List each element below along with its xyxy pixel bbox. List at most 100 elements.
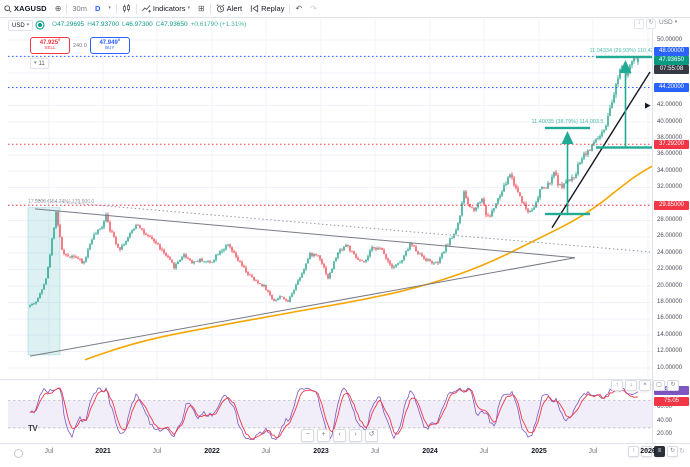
price-label[interactable]: 37.29200: [654, 140, 689, 149]
price-scale-currency[interactable]: USD ▾: [659, 19, 677, 26]
symbol-search-button[interactable]: XAGUSD: [0, 1, 51, 16]
price-label[interactable]: 48.00000: [654, 47, 689, 56]
symbol-name: XAGUSD: [14, 4, 47, 13]
compare-add-button[interactable]: ⊕: [51, 1, 66, 16]
nav-reset-button[interactable]: ↺: [365, 429, 378, 442]
indicators-button[interactable]: Indicators ▾: [138, 1, 194, 16]
rsi-value-label: 75.05: [654, 397, 689, 406]
rsi-pane-close-button[interactable]: ×: [639, 380, 651, 391]
zone-label: 17.9500 (154.74%) 179,500.0: [28, 199, 94, 205]
scale-expand-button[interactable]: ↕: [634, 19, 644, 29]
rsi-pane-box-button[interactable]: ▢: [653, 380, 665, 391]
toolbar-separator: [66, 4, 67, 14]
price-tick-label: 32.00000: [657, 184, 682, 190]
price-tick-label: 18.00000: [657, 299, 682, 305]
change-value: +0.61790 (+1.31%): [191, 21, 247, 28]
trade-panel: 47.9250 SELL 240.0 47.9490 BUY: [30, 37, 130, 54]
grid-layout-icon: ⊞: [198, 5, 205, 13]
rsi-pane-refresh-button[interactable]: ↻: [667, 380, 679, 391]
sell-button[interactable]: 47.9250 SELL: [30, 37, 70, 54]
range-tool-label: 11.40035 (38.79%) 114,003.5: [532, 119, 604, 125]
nav-right-button[interactable]: ›: [349, 429, 362, 442]
chevron-down-icon: ▾: [34, 61, 37, 66]
replay-icon: [250, 4, 259, 13]
chart-type-button[interactable]: [118, 1, 135, 16]
candlestick-icon: [122, 4, 131, 13]
time-axis-label: 2022: [204, 448, 220, 455]
price-tick-label: 14.00000: [657, 332, 682, 338]
price-label[interactable]: 44.20000: [654, 83, 689, 92]
rsi-pane-down-button[interactable]: ↓: [625, 380, 637, 391]
chevron-down-icon: ▾: [27, 23, 30, 28]
rsi-band: [8, 400, 652, 427]
time-axis-label: Jul: [45, 448, 54, 455]
redo-icon: ↷: [310, 5, 317, 13]
chevron-down-icon: ▾: [108, 6, 111, 11]
nav-minus-button[interactable]: −: [301, 429, 314, 442]
price-tick-label: 40.00000: [657, 119, 682, 125]
time-axis-label: Jul: [153, 448, 162, 455]
interval-menu-button[interactable]: ▾: [104, 1, 115, 16]
collapsed-indicators-button[interactable]: ▾ 11: [30, 58, 49, 69]
chevron-down-icon: ▾: [675, 20, 678, 25]
grid: [8, 17, 652, 379]
replay-button[interactable]: Replay: [246, 1, 288, 16]
chevron-down-icon: ▾: [187, 6, 190, 11]
indicators-icon: [142, 4, 151, 13]
ohlc-values: O47.29695H47.93700L46.97300C47.93650+0.6…: [49, 21, 246, 28]
price-tick-label: 12.00000: [657, 348, 682, 354]
nav-left-button[interactable]: ‹: [333, 429, 346, 442]
scale-header-controls: ↕↻: [634, 19, 656, 29]
interval-daily-button[interactable]: D: [91, 1, 104, 16]
horizontal-line-drawings[interactable]: [8, 56, 652, 205]
time-axis-label: 2021: [95, 448, 111, 455]
price-tick-label: 28.00000: [657, 217, 682, 223]
time-axis-label: 2025: [531, 448, 547, 455]
time-axis-label: 2023: [313, 448, 329, 455]
toolbar-separator: [116, 4, 117, 14]
price-tick-label: 24.00000: [657, 250, 682, 256]
time-axis-label: Jul: [262, 448, 271, 455]
session-clock-icon[interactable]: [14, 449, 23, 458]
price-label: 07:55:08: [654, 65, 689, 74]
highlight-zone[interactable]: 17.9500 (154.74%) 179,500.0: [28, 199, 94, 355]
tradingview-logo: TV: [28, 424, 37, 433]
time-axis-label: 2026: [640, 448, 656, 455]
candlestick-chart[interactable]: 17.9500 (154.74%) 179,500.0 11.40035 (38.…: [0, 0, 690, 466]
nav-zoomin-button[interactable]: +: [317, 429, 330, 442]
time-axis-label: Jul: [371, 448, 380, 455]
toolbar-separator: [210, 4, 211, 14]
redo-button[interactable]: ↷: [306, 1, 321, 16]
rsi-pane-up-button[interactable]: ↑: [611, 380, 623, 391]
price-tick-label: 34.00000: [657, 168, 682, 174]
axis-up-button[interactable]: ↑: [628, 446, 639, 457]
price-scale[interactable]: USD ▾ 50.0000046.0000042.0000040.0000038…: [652, 17, 690, 466]
rsi-pane-controls: ↑↓×▢↻: [611, 380, 679, 391]
interval-30m-button[interactable]: 30m: [68, 1, 91, 16]
price-label[interactable]: 29.85000: [654, 201, 689, 210]
axis-refresh-button[interactable]: ↻: [667, 446, 678, 457]
price-tick-label: 22.00000: [657, 266, 682, 272]
time-axis-label: 2024: [422, 448, 438, 455]
layout-grid-button[interactable]: ⊞: [194, 1, 209, 16]
price-tick-label: 42.00000: [657, 102, 682, 108]
range-tool-label: 11.04334 (29.93%) 110,433.4: [590, 48, 662, 54]
spread-value: 240.0: [73, 43, 87, 49]
alarm-clock-icon: [216, 4, 225, 13]
rsi-tick-label: 20.00: [657, 431, 672, 437]
series-marker-icon[interactable]: [38, 23, 42, 27]
chart-nav-controls: −+‹›↺: [301, 429, 378, 442]
timezone-icon[interactable]: ↻: [679, 447, 685, 455]
price-tick-label: 50.00000: [657, 37, 682, 43]
undo-icon: ↶: [295, 5, 302, 13]
undo-button[interactable]: ↶: [291, 1, 306, 16]
time-axis[interactable]: ↑×≡↻ ↻ Jul2021Jul2022Jul2023Jul2024Jul20…: [0, 443, 690, 467]
plus-circle-icon: ⊕: [55, 5, 62, 13]
toolbar-separator: [136, 4, 137, 14]
search-icon: [4, 5, 12, 13]
buy-button[interactable]: 47.9490 BUY: [90, 37, 130, 54]
currency-selector[interactable]: USD ▾: [8, 20, 33, 31]
rsi-tick-label: 40.00: [657, 418, 672, 424]
alert-button[interactable]: Alert: [212, 1, 246, 16]
scale-refresh-button[interactable]: ↻: [646, 19, 656, 29]
